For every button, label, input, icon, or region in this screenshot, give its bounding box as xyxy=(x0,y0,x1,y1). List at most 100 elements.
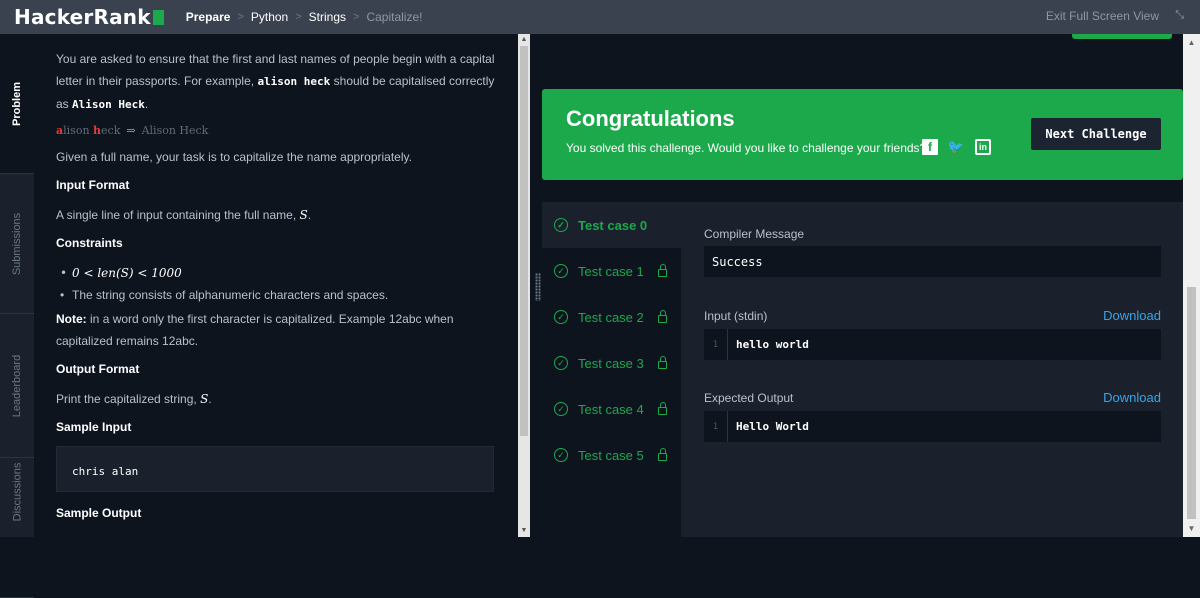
scrollbar-thumb[interactable] xyxy=(1187,287,1196,519)
note-text: in a word only the first character is ca… xyxy=(56,312,454,348)
sample-input-heading: Sample Input xyxy=(56,420,132,434)
test-case-panel: ✓ Test case 0 ✓ Test case 1 ✓ Test case … xyxy=(542,202,1183,537)
input-value: hello world xyxy=(736,338,809,351)
exit-full-screen-link[interactable]: Exit Full Screen View xyxy=(1046,9,1159,23)
constraints-list: 0 < len(S) < 1000 The string consists of… xyxy=(56,262,496,306)
cap-letter-h: h xyxy=(93,124,102,137)
check-circle-icon: ✓ xyxy=(554,310,568,324)
scroll-up-icon[interactable]: ▲ xyxy=(518,34,530,46)
check-circle-icon: ✓ xyxy=(554,402,568,416)
note-label: Note: xyxy=(56,312,87,326)
cap-result: Alison Heck xyxy=(141,124,209,137)
var-s: S xyxy=(299,208,308,222)
intro-end: . xyxy=(144,97,149,111)
sample-output-heading: Sample Output xyxy=(56,506,142,520)
check-circle-icon: ✓ xyxy=(554,356,568,370)
tab-problem-label: Problem xyxy=(11,81,24,126)
intro-paragraph: You are asked to ensure that the first a… xyxy=(56,48,496,116)
line-number: 1 xyxy=(704,329,728,360)
test-case-item[interactable]: ✓ Test case 0 xyxy=(542,202,681,248)
breadcrumb-strings[interactable]: Strings xyxy=(309,10,346,24)
sidebar-tabs: Problem Submissions Leaderboard Discussi… xyxy=(0,34,34,598)
sample-input-box: chris alan xyxy=(56,446,494,492)
tab-submissions-label: Submissions xyxy=(11,212,24,275)
output-format-heading: Output Format xyxy=(56,362,140,376)
next-challenge-button[interactable]: Next Challenge xyxy=(1031,118,1161,150)
expected-output-label: Expected Output xyxy=(704,391,794,405)
capitalization-illustration: alison heck ⇒ Alison Heck xyxy=(56,120,496,142)
input-box: 1 hello world xyxy=(704,329,1161,360)
breadcrumb-python[interactable]: Python xyxy=(251,10,288,24)
congrats-subtitle: You solved this challenge. Would you lik… xyxy=(566,141,927,155)
input-label: Input (stdin) xyxy=(704,309,768,323)
lock-icon xyxy=(657,264,667,277)
lock-icon xyxy=(657,356,667,369)
scroll-up-icon[interactable]: ▲ xyxy=(1183,34,1200,51)
implies-arrow-icon: ⇒ xyxy=(126,124,136,137)
congratulations-banner: Congratulations You solved this challeng… xyxy=(542,89,1183,180)
tab-discussions-label: Discussions xyxy=(11,462,23,522)
compiler-message-label: Compiler Message xyxy=(704,227,805,241)
input-format-body: A single line of input containing the fu… xyxy=(56,208,297,222)
test-case-item[interactable]: ✓ Test case 5 xyxy=(542,432,681,478)
line-number: 1 xyxy=(704,411,728,442)
var-s: S xyxy=(200,392,209,406)
test-case-list: ✓ Test case 0 ✓ Test case 1 ✓ Test case … xyxy=(542,202,681,537)
test-case-label: Test case 4 xyxy=(578,401,644,417)
input-format-heading: Input Format xyxy=(56,178,130,192)
test-case-item[interactable]: ✓ Test case 2 xyxy=(542,294,681,340)
lock-icon xyxy=(657,402,667,415)
tab-leaderboard-label: Leaderboard xyxy=(11,354,24,417)
check-circle-icon: ✓ xyxy=(554,448,568,462)
problem-scrollbar[interactable]: ▲ ▼ xyxy=(518,34,530,537)
test-case-item[interactable]: ✓ Test case 4 xyxy=(542,386,681,432)
constraints-heading: Constraints xyxy=(56,236,123,250)
test-case-label: Test case 2 xyxy=(578,309,644,325)
problem-statement: You are asked to ensure that the first a… xyxy=(34,34,518,537)
output-format-body: Print the capitalized string, xyxy=(56,392,197,406)
test-case-label: Test case 0 xyxy=(578,217,648,233)
breadcrumb: Prepare > Python > Strings > Capitalize! xyxy=(186,10,423,24)
input-download-link[interactable]: Download xyxy=(1103,308,1161,323)
scroll-down-icon[interactable]: ▼ xyxy=(1183,520,1200,537)
tab-leaderboard[interactable]: Leaderboard xyxy=(0,314,34,458)
compiler-message-box: Success xyxy=(704,246,1161,277)
chevron-right-icon: > xyxy=(295,11,302,23)
logo-text: HackerRank xyxy=(14,5,151,29)
cap-rest-1: lison xyxy=(63,124,94,137)
tab-problem[interactable]: Problem xyxy=(0,34,34,174)
chevron-right-icon: > xyxy=(353,11,360,23)
expected-download-link[interactable]: Download xyxy=(1103,390,1161,405)
hackerrank-logo[interactable]: HackerRank xyxy=(14,5,164,29)
twitter-icon[interactable]: 🐦 xyxy=(948,139,964,155)
scrollbar-thumb[interactable] xyxy=(520,46,528,436)
resize-grip-icon[interactable] xyxy=(535,273,541,301)
breadcrumb-current: Capitalize! xyxy=(366,10,423,24)
breadcrumb-prepare[interactable]: Prepare xyxy=(186,10,231,24)
output-format-text: Print the capitalized string, S. xyxy=(56,392,212,406)
congrats-title: Congratulations xyxy=(566,106,735,131)
lock-icon xyxy=(657,310,667,323)
submit-button-edge[interactable] xyxy=(1072,34,1172,39)
check-circle-icon: ✓ xyxy=(554,264,568,278)
expected-output-box: 1 Hello World xyxy=(704,411,1161,442)
collapse-icon[interactable]: ⤡ xyxy=(1175,9,1184,22)
check-circle-icon: ✓ xyxy=(554,218,568,232)
scroll-down-icon[interactable]: ▼ xyxy=(518,525,530,537)
tab-submissions[interactable]: Submissions xyxy=(0,174,34,314)
test-case-label: Test case 1 xyxy=(578,263,644,279)
test-case-item[interactable]: ✓ Test case 1 xyxy=(542,248,681,294)
lock-icon xyxy=(657,448,667,461)
tab-discussions[interactable]: Discussions xyxy=(0,458,34,598)
test-case-label: Test case 3 xyxy=(578,355,644,371)
constraint-chars: The string consists of alphanumeric char… xyxy=(56,284,496,306)
results-scrollbar[interactable]: ▲ ▼ xyxy=(1183,34,1200,537)
chevron-right-icon: > xyxy=(237,11,244,23)
test-case-label: Test case 5 xyxy=(578,447,644,463)
logo-block-icon xyxy=(152,9,164,25)
test-case-item[interactable]: ✓ Test case 3 xyxy=(542,340,681,386)
linkedin-icon[interactable]: in xyxy=(975,139,991,155)
facebook-icon[interactable]: f xyxy=(922,139,938,155)
results-pane: Congratulations You solved this challeng… xyxy=(532,34,1183,537)
test-case-detail: Compiler Message Success Input (stdin) D… xyxy=(704,202,1161,537)
